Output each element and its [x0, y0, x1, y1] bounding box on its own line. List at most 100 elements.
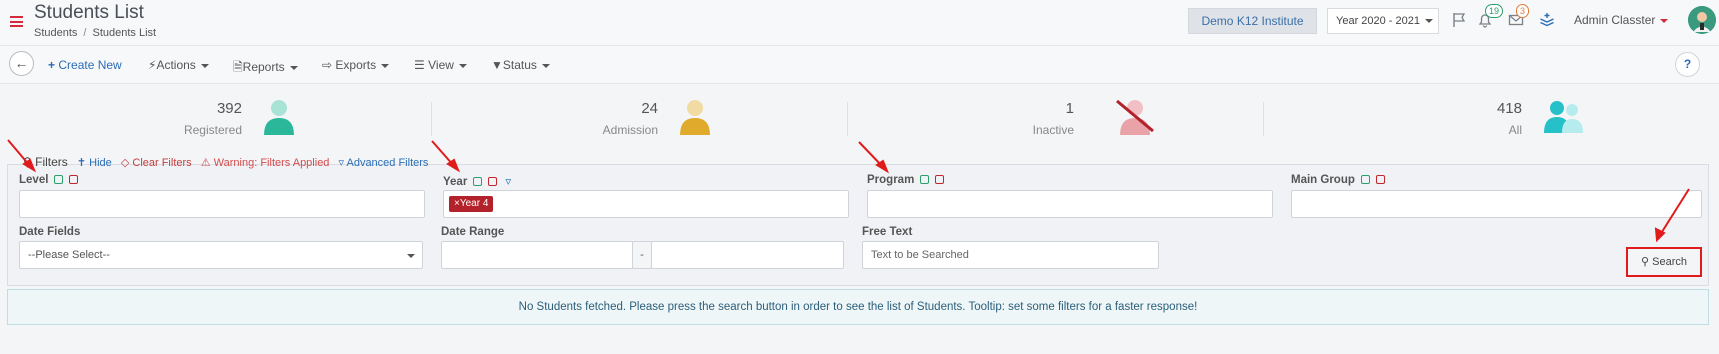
uncheck-all-icon[interactable]	[69, 175, 79, 185]
stat-label: Admission	[602, 123, 658, 137]
check-all-icon[interactable]	[920, 175, 930, 185]
filter-icon: ▿	[338, 157, 345, 169]
help-button[interactable]: ?	[1675, 52, 1700, 77]
reports-menu[interactable]: 🗎︎Reports	[233, 58, 298, 79]
chevron-down-icon	[381, 63, 390, 68]
stat-label: All	[1508, 123, 1522, 137]
create-new-button[interactable]: + Create New	[48, 58, 122, 72]
person-icon	[264, 100, 294, 135]
advanced-label: Advanced Filters	[346, 157, 429, 169]
messages-badge: 3	[1516, 4, 1530, 18]
year-select-value: Year 2020 - 2021	[1336, 15, 1420, 27]
layers-icon[interactable]	[1539, 12, 1555, 33]
status-label: Status	[502, 58, 537, 72]
free-text-input[interactable]: Text to be Searched	[862, 241, 1159, 269]
stat-label: Inactive	[1032, 123, 1074, 137]
user-menu[interactable]: Admin Classter	[1574, 13, 1669, 27]
uncheck-all-icon[interactable]	[935, 175, 945, 185]
exports-label: Exports	[335, 58, 377, 72]
year-field[interactable]	[443, 190, 849, 218]
stat-registered[interactable]: 392 Registered	[0, 94, 432, 148]
uncheck-all-icon[interactable]	[1375, 175, 1385, 185]
envelope-icon[interactable]: 3	[1508, 4, 1530, 33]
file-icon: 🗎︎	[233, 60, 243, 74]
level-label-text: Level	[19, 174, 49, 186]
stat-value: 1	[1065, 100, 1074, 117]
check-all-icon[interactable]	[1360, 175, 1370, 185]
level-label: Level	[19, 174, 79, 186]
institute-button[interactable]: Demo K12 Institute	[1188, 8, 1317, 34]
program-label: Program	[867, 174, 945, 186]
list-icon: ☰	[414, 58, 425, 72]
plus-icon: +	[48, 58, 56, 72]
date-range-start[interactable]	[441, 241, 633, 269]
stat-all[interactable]: 418 All	[1280, 94, 1712, 148]
hide-filters-link[interactable]: ✝ Hide	[77, 157, 112, 169]
program-label-text: Program	[867, 174, 915, 186]
main-group-label: Main Group	[1291, 174, 1385, 186]
status-menu[interactable]: ▼︎Status	[491, 58, 550, 72]
person-icon	[680, 100, 710, 135]
menu-icon[interactable]	[10, 16, 23, 27]
search-icon: ⚲	[1641, 256, 1650, 268]
year-label-text: Year	[443, 176, 468, 188]
chevron-down-icon	[289, 65, 298, 70]
search-button[interactable]: ⚲ Search	[1626, 247, 1702, 277]
clear-label: Clear Filters	[132, 157, 192, 169]
people-icon	[1544, 101, 1583, 133]
stat-admission[interactable]: 24 Admission	[416, 94, 848, 148]
person-inactive-icon	[1116, 99, 1154, 135]
program-field[interactable]	[867, 190, 1273, 218]
chevron-down-icon	[541, 63, 550, 68]
breadcrumb-students-list: Students List	[92, 27, 157, 39]
reports-label: Reports	[242, 60, 285, 74]
toolbar: ← + Create New ⚡︎Actions 🗎︎Reports ⇨ Exp…	[0, 46, 1719, 84]
advanced-filters-link[interactable]: ▿ Advanced Filters	[339, 157, 429, 169]
avatar[interactable]	[1688, 6, 1716, 34]
back-button[interactable]: ←	[9, 51, 34, 76]
date-fields-value: --Please Select--	[28, 249, 110, 261]
export-icon: ⇨	[322, 58, 333, 72]
flag-icon[interactable]	[1451, 12, 1467, 33]
warning-icon: ⚠	[200, 157, 211, 169]
check-all-icon[interactable]	[473, 177, 483, 187]
search-button-label: Search	[1652, 256, 1687, 268]
clear-filters-link[interactable]: ◇ Clear Filters	[121, 157, 192, 169]
date-fields-label: Date Fields	[19, 226, 81, 238]
user-name: Admin Classter	[1574, 13, 1656, 27]
stat-inactive[interactable]: 1 Inactive	[832, 94, 1264, 148]
view-label: View	[428, 58, 454, 72]
warning-label: Warning: Filters Applied	[213, 157, 330, 169]
year-tag-label: Year 4	[459, 198, 489, 209]
year-select[interactable]: Year 2020 - 2021	[1327, 8, 1439, 34]
actions-menu[interactable]: ⚡︎Actions	[148, 58, 209, 72]
date-fields-select[interactable]: --Please Select--	[19, 241, 423, 269]
info-alert: No Students fetched. Please press the se…	[7, 289, 1709, 325]
chevron-down-icon	[1660, 18, 1669, 23]
uncheck-all-icon[interactable]	[488, 177, 498, 187]
chevron-down-icon	[458, 63, 467, 68]
chevron-down-icon	[407, 254, 415, 258]
breadcrumb-students[interactable]: Students	[34, 27, 77, 39]
check-all-icon[interactable]	[54, 175, 64, 185]
bell-icon[interactable]: 19	[1477, 4, 1504, 33]
filter-icon: ▼︎	[491, 58, 503, 72]
main-group-field[interactable]	[1291, 190, 1702, 218]
main-group-label-text: Main Group	[1291, 174, 1355, 186]
stat-value: 392	[216, 100, 242, 117]
stats-row: 392 Registered 24 Admission 1 Inactive 4…	[0, 94, 1719, 148]
year-label: Year ▿	[443, 174, 511, 188]
page-title: Students List	[34, 2, 144, 23]
stat-value: 418	[1496, 100, 1522, 117]
date-range-end[interactable]	[651, 241, 844, 269]
year-tag[interactable]: ×Year 4	[449, 196, 494, 212]
view-menu[interactable]: ☰ View	[414, 58, 467, 72]
date-range-separator: -	[632, 241, 652, 269]
arrow-left-icon: ←	[14, 55, 29, 71]
filters-title: ⚲ Filters	[23, 155, 68, 169]
level-field[interactable]	[19, 190, 425, 218]
eraser-icon: ◇	[120, 157, 130, 169]
exports-menu[interactable]: ⇨ Exports	[322, 58, 390, 72]
free-text-label: Free Text	[862, 226, 913, 238]
filter-icon[interactable]: ▿	[505, 176, 511, 188]
